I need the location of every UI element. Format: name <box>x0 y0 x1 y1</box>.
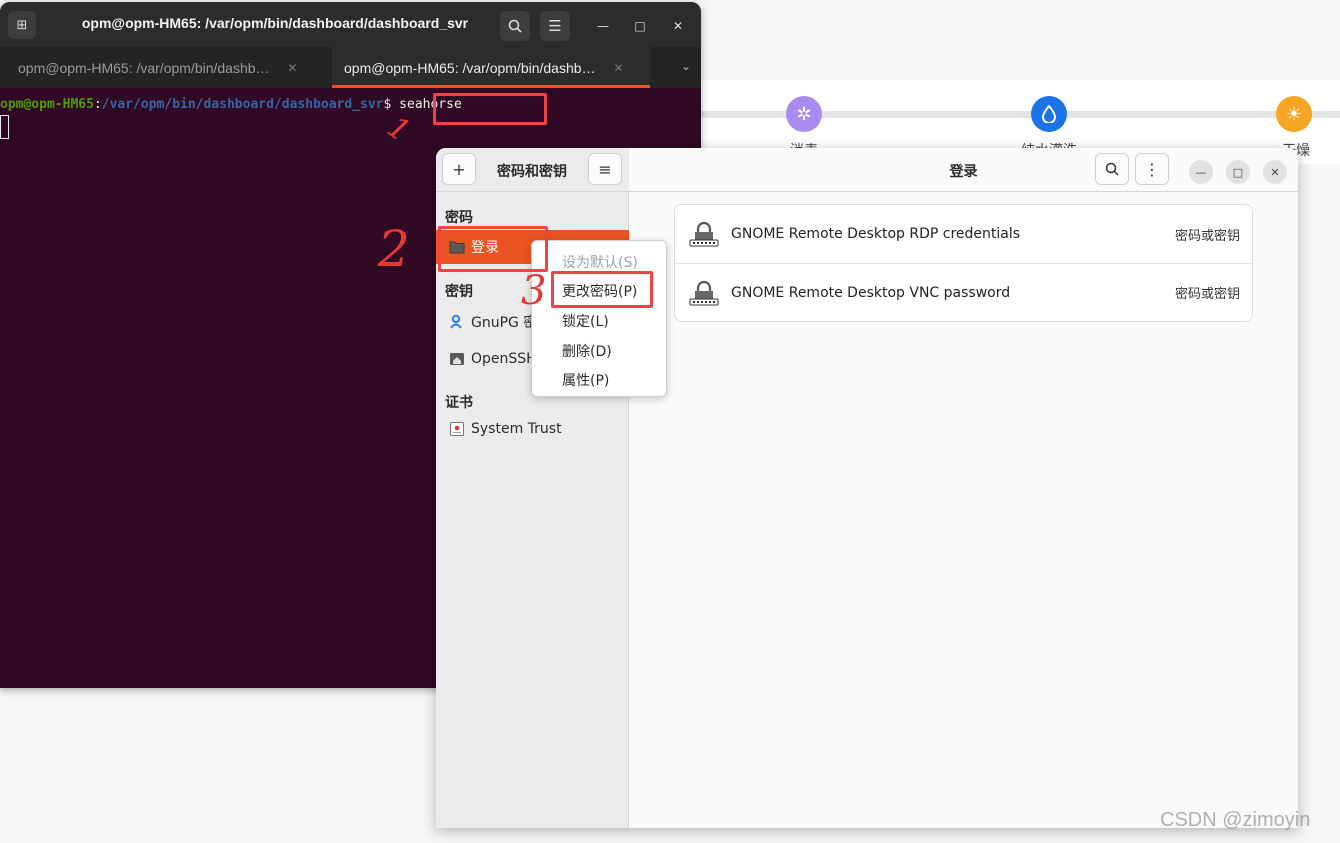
terminal-tab-active[interactable]: opm@opm-HM65: /var/opm/bin/dashb… ✕ <box>332 47 650 88</box>
sidebar-item-label: GnuPG 密 <box>471 315 538 331</box>
hamburger-menu-icon[interactable]: ≡ <box>588 153 622 185</box>
annotation-step-2: 2 <box>378 220 410 278</box>
highlight-login <box>438 226 548 272</box>
highlight-command <box>433 93 547 125</box>
terminal-title: opm@opm-HM65: /var/opm/bin/dashboard/das… <box>81 15 469 31</box>
search-icon[interactable] <box>500 11 530 41</box>
section-keys: 密钥 <box>445 284 473 300</box>
minimize-icon[interactable]: — <box>592 15 614 37</box>
chevron-down-icon[interactable]: ⌄ <box>681 59 691 73</box>
credential-list: GNOME Remote Desktop RDP credentials 密码或… <box>674 204 1253 322</box>
prompt-line: opm@opm-HM65:/var/opm/bin/dashboard/dash… <box>0 97 462 112</box>
more-options-icon[interactable]: ⋮ <box>1135 153 1169 185</box>
menu-item-properties[interactable]: 属性(P) <box>562 370 609 390</box>
person-key-icon <box>450 315 462 329</box>
prompt-separator: : <box>93 97 102 112</box>
new-tab-icon[interactable]: ⊞ <box>8 11 36 39</box>
add-icon[interactable]: + <box>442 153 476 185</box>
sidebar-title: 密码和密钥 <box>497 164 567 180</box>
close-icon[interactable]: ✕ <box>667 15 689 37</box>
house-key-icon <box>450 353 464 365</box>
search-icon[interactable] <box>1095 153 1129 185</box>
lock-icon <box>689 280 719 306</box>
tab-close-icon[interactable]: ✕ <box>288 61 298 75</box>
sidebar-item-label: System Trust <box>471 421 562 437</box>
annotation-step-3: 3 <box>521 268 547 314</box>
terminal-tab[interactable]: opm@opm-HM65: /var/opm/bin/dashb… ✕ <box>0 47 332 88</box>
prompt-user: opm@opm-HM65 <box>0 97 94 112</box>
watermark: CSDN @zimoyin <box>1160 809 1311 831</box>
certificate-icon <box>450 422 464 436</box>
step-disinfect-icon: ✲ <box>786 96 822 132</box>
terminal-tab-bar: opm@opm-HM65: /var/opm/bin/dashb… ✕ opm@… <box>0 47 701 88</box>
menu-item-lock[interactable]: 锁定(L) <box>562 311 609 331</box>
menu-item-delete[interactable]: 删除(D) <box>562 341 612 361</box>
lock-icon <box>689 221 719 247</box>
list-item[interactable]: GNOME Remote Desktop RDP credentials 密码或… <box>675 205 1252 263</box>
sidebar-header: + 密码和密钥 ≡ <box>436 148 629 192</box>
maximize-icon[interactable]: □ <box>629 15 651 37</box>
tab-label: opm@opm-HM65: /var/opm/bin/dashb… <box>18 59 270 76</box>
terminal-header: ⊞ opm@opm-HM65: /var/opm/bin/dashboard/d… <box>0 2 701 47</box>
highlight-change-password <box>551 271 653 308</box>
list-item[interactable]: GNOME Remote Desktop VNC password 密码或密钥 <box>675 263 1252 321</box>
sidebar-item-system-trust[interactable]: System Trust <box>436 412 629 446</box>
terminal-cursor <box>0 115 9 139</box>
maximize-icon[interactable]: □ <box>1226 160 1250 184</box>
menu-item-set-default[interactable]: 设为默认(S) <box>562 252 638 272</box>
context-menu: 设为默认(S) 更改密码(P) 锁定(L) 删除(D) 属性(P) <box>531 240 667 397</box>
main-header: 登录 ⋮ — □ ✕ <box>629 148 1298 192</box>
tab-label: opm@opm-HM65: /var/opm/bin/dashb… <box>344 59 596 76</box>
sidebar-item-label: OpenSSH <box>471 351 537 367</box>
tab-close-icon[interactable]: ✕ <box>614 61 624 75</box>
minimize-icon[interactable]: — <box>1189 160 1213 184</box>
credential-name: GNOME Remote Desktop RDP credentials <box>731 226 1021 242</box>
water-drop-icon <box>1031 96 1067 132</box>
sun-icon: ☀ <box>1276 96 1312 132</box>
close-icon[interactable]: ✕ <box>1263 160 1287 184</box>
credential-type: 密码或密钥 <box>1174 228 1240 244</box>
prompt-path: /var/opm/bin/dashboard/dashboard_svr <box>101 97 384 112</box>
credential-type: 密码或密钥 <box>1174 287 1240 302</box>
credential-name: GNOME Remote Desktop VNC password <box>731 284 1011 301</box>
section-passwords: 密码 <box>445 210 473 226</box>
prompt-dollar: $ <box>383 97 400 112</box>
section-certificates: 证书 <box>445 395 473 411</box>
hamburger-menu-icon[interactable]: ☰ <box>540 11 570 41</box>
